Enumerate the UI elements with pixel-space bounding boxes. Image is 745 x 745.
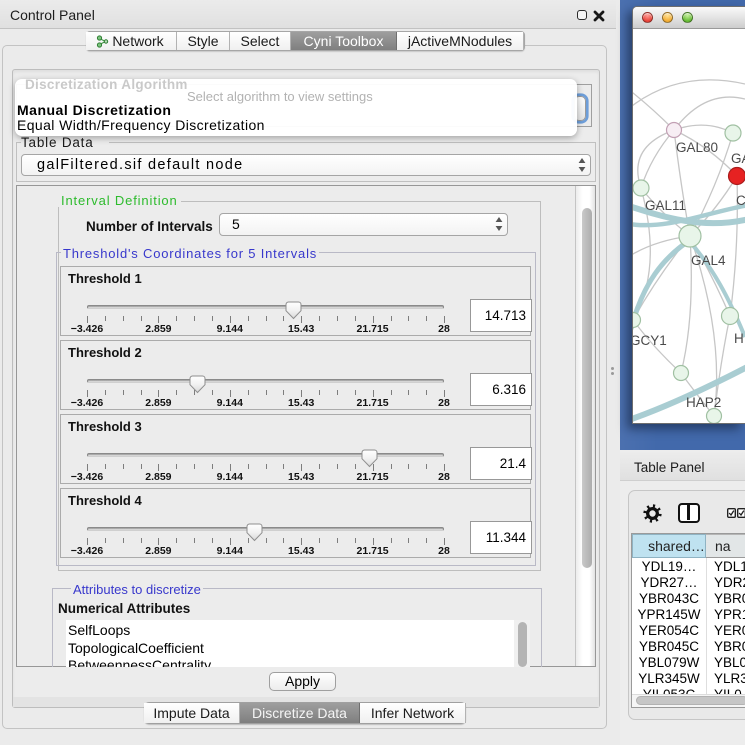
svg-text:GCY1: GCY1 <box>633 333 667 348</box>
svg-text:H: H <box>734 331 744 346</box>
svg-text:GA: GA <box>731 151 745 166</box>
svg-text:HAP2: HAP2 <box>686 395 721 410</box>
svg-text:GAL11: GAL11 <box>645 198 686 213</box>
svg-text:GAL80: GAL80 <box>676 140 718 155</box>
svg-text:GAL4: GAL4 <box>691 253 726 268</box>
svg-text:C: C <box>736 193 745 208</box>
